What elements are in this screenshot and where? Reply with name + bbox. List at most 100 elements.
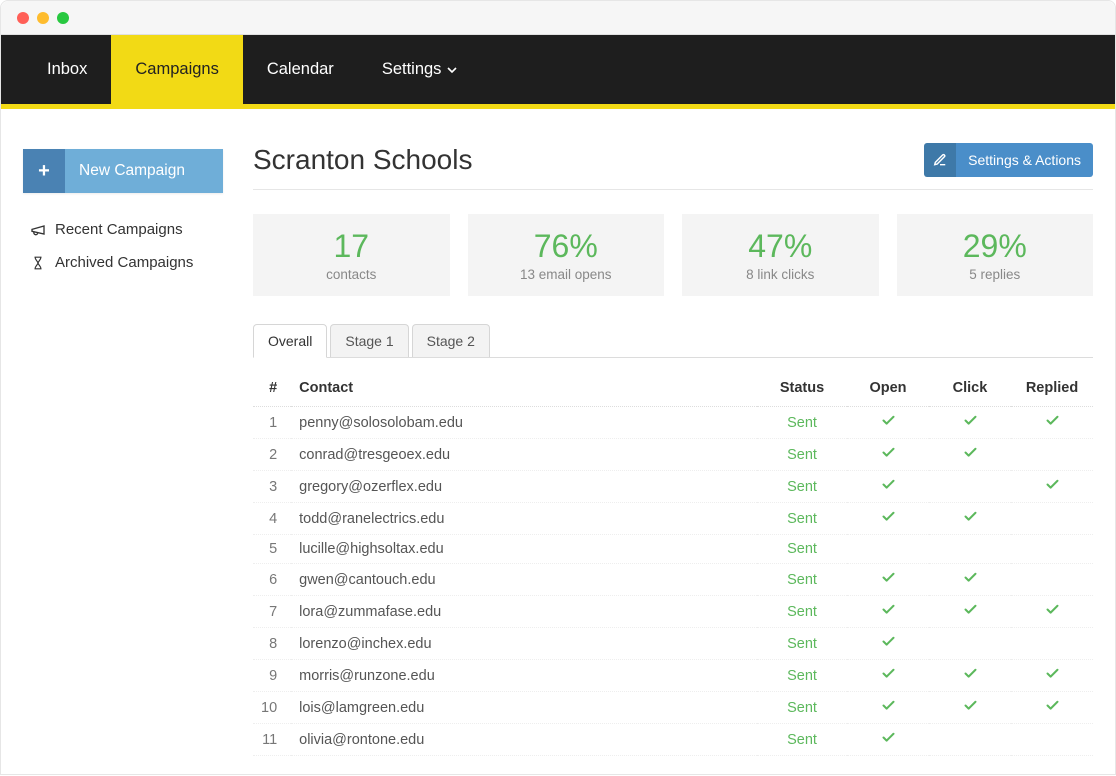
new-campaign-button[interactable]: + New Campaign: [23, 149, 223, 193]
content: Scranton Schools Settings & Actions 17co…: [253, 133, 1093, 776]
stat-label: 8 link clicks: [692, 267, 869, 282]
row-click: [929, 660, 1011, 692]
settings-actions-button[interactable]: Settings & Actions: [924, 143, 1093, 177]
window-zoom-dot[interactable]: [57, 12, 69, 24]
row-contact: olivia@rontone.edu: [291, 724, 757, 756]
table-row[interactable]: 1penny@solosolobam.eduSent: [253, 407, 1093, 439]
nav-item-settings[interactable]: Settings: [358, 35, 482, 104]
check-icon: [1045, 701, 1060, 717]
row-contact: lora@zummafase.edu: [291, 596, 757, 628]
row-contact: conrad@tresgeoex.edu: [291, 439, 757, 471]
stat-label: contacts: [263, 267, 440, 282]
check-icon: [1045, 480, 1060, 496]
row-status: Sent: [757, 564, 847, 596]
table-row[interactable]: 4todd@ranelectrics.eduSent: [253, 503, 1093, 535]
nav-item-calendar[interactable]: Calendar: [243, 35, 358, 104]
check-icon: [963, 669, 978, 685]
row-status: Sent: [757, 471, 847, 503]
row-status: Sent: [757, 628, 847, 660]
row-open: [847, 692, 929, 724]
tab-overall[interactable]: Overall: [253, 324, 327, 358]
row-click: [929, 596, 1011, 628]
check-icon: [963, 512, 978, 528]
divider: [253, 189, 1093, 190]
row-index: 1: [253, 407, 291, 439]
table-row[interactable]: 2conrad@tresgeoex.eduSent: [253, 439, 1093, 471]
nav-item-campaigns[interactable]: Campaigns: [111, 35, 242, 104]
nav-item-label: Inbox: [47, 60, 87, 79]
col-index: #: [253, 372, 291, 407]
stat-value: 17: [263, 228, 440, 265]
sidebar-link-recent-campaigns[interactable]: Recent Campaigns: [23, 213, 223, 246]
check-icon: [881, 448, 896, 464]
settings-actions-label: Settings & Actions: [956, 143, 1093, 177]
row-click: [929, 628, 1011, 660]
table-row[interactable]: 11olivia@rontone.eduSent: [253, 724, 1093, 756]
sidebar-link-label: Archived Campaigns: [55, 254, 193, 271]
table-row[interactable]: 3gregory@ozerflex.eduSent: [253, 471, 1093, 503]
row-status: Sent: [757, 660, 847, 692]
check-icon: [881, 733, 896, 749]
table-row[interactable]: 9morris@runzone.eduSent: [253, 660, 1093, 692]
page-title: Scranton Schools: [253, 144, 472, 176]
row-click: [929, 439, 1011, 471]
stat-value: 29%: [907, 228, 1084, 265]
check-icon: [881, 669, 896, 685]
row-open: [847, 628, 929, 660]
main-area: + New Campaign Recent Campaigns Archived …: [1, 109, 1115, 776]
col-click: Click: [929, 372, 1011, 407]
table-row[interactable]: 6gwen@cantouch.eduSent: [253, 564, 1093, 596]
check-icon: [963, 448, 978, 464]
sidebar-link-archived-campaigns[interactable]: Archived Campaigns: [23, 246, 223, 279]
row-open: [847, 535, 929, 564]
contacts-table-wrap: # Contact Status Open Click Replied 1pen…: [253, 372, 1093, 776]
window-minimize-dot[interactable]: [37, 12, 49, 24]
window-close-dot[interactable]: [17, 12, 29, 24]
row-replied: [1011, 503, 1093, 535]
row-status: Sent: [757, 407, 847, 439]
hourglass-icon: [27, 255, 49, 271]
row-replied: [1011, 471, 1093, 503]
row-replied: [1011, 407, 1093, 439]
row-status: Sent: [757, 503, 847, 535]
row-status: Sent: [757, 535, 847, 564]
check-icon: [881, 512, 896, 528]
row-replied: [1011, 628, 1093, 660]
table-row[interactable]: 7lora@zummafase.eduSent: [253, 596, 1093, 628]
plus-icon: +: [23, 149, 65, 193]
stat-value: 76%: [478, 228, 655, 265]
check-icon: [881, 480, 896, 496]
row-click: [929, 407, 1011, 439]
check-icon: [1045, 605, 1060, 621]
tab-stage-1[interactable]: Stage 1: [330, 324, 408, 357]
stat-card: 29%5 replies: [897, 214, 1094, 296]
row-index: 2: [253, 439, 291, 471]
table-row[interactable]: 8lorenzo@inchex.eduSent: [253, 628, 1093, 660]
check-icon: [963, 605, 978, 621]
row-index: 6: [253, 564, 291, 596]
window-titlebar: [1, 1, 1115, 35]
row-index: 5: [253, 535, 291, 564]
table-row[interactable]: 10lois@lamgreen.eduSent: [253, 692, 1093, 724]
check-icon: [881, 701, 896, 717]
row-click: [929, 535, 1011, 564]
stat-card: 47%8 link clicks: [682, 214, 879, 296]
nav-item-inbox[interactable]: Inbox: [23, 35, 111, 104]
row-contact: todd@ranelectrics.edu: [291, 503, 757, 535]
row-index: 7: [253, 596, 291, 628]
caret-down-icon: [447, 65, 457, 75]
stats-row: 17contacts76%13 email opens47%8 link cli…: [253, 214, 1093, 296]
table-row[interactable]: 5lucille@highsoltax.eduSent: [253, 535, 1093, 564]
row-index: 8: [253, 628, 291, 660]
row-click: [929, 564, 1011, 596]
tab-stage-2[interactable]: Stage 2: [412, 324, 490, 357]
row-open: [847, 596, 929, 628]
col-open: Open: [847, 372, 929, 407]
row-replied: [1011, 660, 1093, 692]
nav-item-label: Campaigns: [135, 60, 218, 79]
col-contact: Contact: [291, 372, 757, 407]
row-contact: morris@runzone.edu: [291, 660, 757, 692]
nav-item-label: Settings: [382, 60, 442, 79]
col-status: Status: [757, 372, 847, 407]
row-index: 11: [253, 724, 291, 756]
